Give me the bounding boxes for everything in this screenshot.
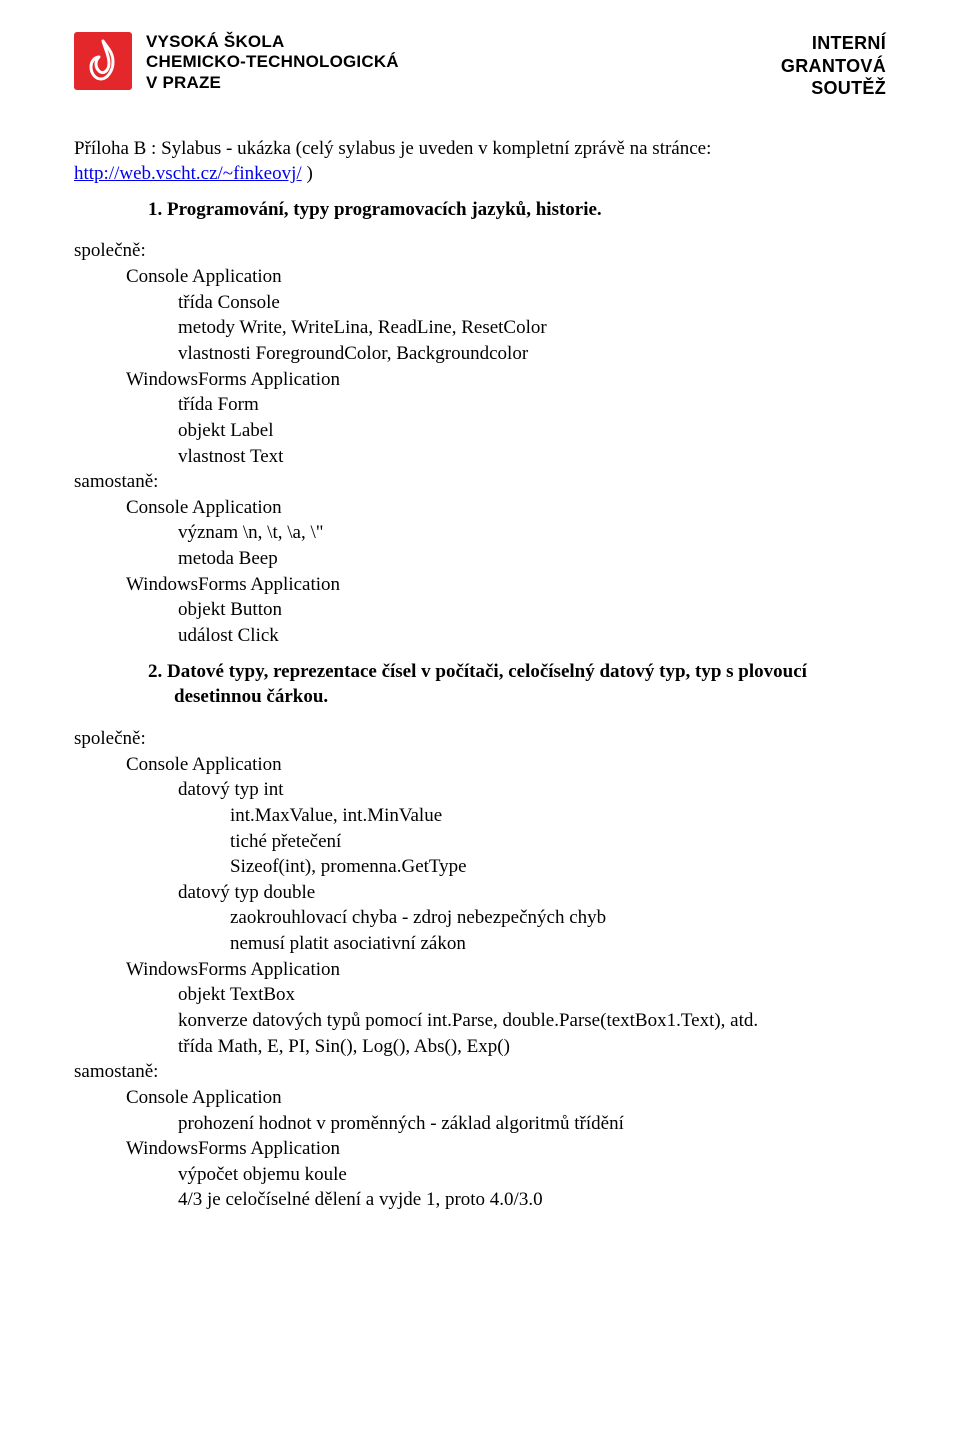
block-label: společně: <box>74 726 886 752</box>
syllabus-line: objekt Label <box>74 418 886 444</box>
syllabus-line: vlastnosti ForegroundColor, Backgroundco… <box>74 341 886 367</box>
syllabus-line: 4/3 je celočíselné dělení a vyjde 1, pro… <box>74 1187 886 1213</box>
header-right-title: INTERNÍ GRANTOVÁ SOUTĚŽ <box>781 32 886 100</box>
syllabus-line: datový typ double <box>74 880 886 906</box>
syllabus-line: vlastnost Text <box>74 444 886 470</box>
syllabus-line: prohození hodnot v proměnných - základ a… <box>74 1111 886 1137</box>
block-label: samostaně: <box>74 1059 886 1085</box>
syllabus-line: zaokrouhlovací chyba - zdroj nebezpečnýc… <box>74 905 886 931</box>
brand-block: VYSOKÁ ŠKOLA CHEMICKO-TECHNOLOGICKÁ V PR… <box>74 32 399 93</box>
syllabus-line: výpočet objemu koule <box>74 1162 886 1188</box>
syllabus-line: Sizeof(int), promenna.GetType <box>74 854 886 880</box>
syllabus-line: význam \n, \t, \a, \" <box>74 520 886 546</box>
intro-text-before: Příloha B : Sylabus - ukázka (celý sylab… <box>74 138 711 159</box>
syllabus-line: tiché přetečení <box>74 829 886 855</box>
syllabus-line: metoda Beep <box>74 546 886 572</box>
header-right-line: SOUTĚŽ <box>781 77 886 100</box>
brand-line: V PRAZE <box>146 73 399 93</box>
syllabus-line: WindowsForms Application <box>74 1136 886 1162</box>
intro-paragraph: Příloha B : Sylabus - ukázka (celý sylab… <box>74 136 886 187</box>
section-title: 1. Programování, typy programovacích jaz… <box>74 197 886 223</box>
block-label: společně: <box>74 238 886 264</box>
syllabus-line: WindowsForms Application <box>74 367 886 393</box>
syllabus-line: objekt Button <box>74 597 886 623</box>
vscht-logo-icon <box>74 32 132 90</box>
syllabus-line: Console Application <box>74 752 886 778</box>
intro-text-after: ) <box>302 163 313 184</box>
syllabus-line: událost Click <box>74 623 886 649</box>
page: VYSOKÁ ŠKOLA CHEMICKO-TECHNOLOGICKÁ V PR… <box>0 0 960 1443</box>
header-right-line: GRANTOVÁ <box>781 55 886 78</box>
brand-text: VYSOKÁ ŠKOLA CHEMICKO-TECHNOLOGICKÁ V PR… <box>146 32 399 93</box>
section-title: 2. Datové typy, reprezentace čísel v poč… <box>74 659 886 710</box>
header-right-line: INTERNÍ <box>781 32 886 55</box>
syllabus-link[interactable]: http://web.vscht.cz/~finkeovj/ <box>74 163 302 184</box>
syllabus-line: int.MaxValue, int.MinValue <box>74 803 886 829</box>
page-header: VYSOKÁ ŠKOLA CHEMICKO-TECHNOLOGICKÁ V PR… <box>74 32 886 100</box>
syllabus-line: třída Math, E, PI, Sin(), Log(), Abs(), … <box>74 1034 886 1060</box>
syllabus-line: konverze datových typů pomocí int.Parse,… <box>74 1008 886 1034</box>
syllabus-content: 1. Programování, typy programovacích jaz… <box>74 197 886 1213</box>
syllabus-line: nemusí platit asociativní zákon <box>74 931 886 957</box>
syllabus-line: Console Application <box>74 495 886 521</box>
syllabus-line: WindowsForms Application <box>74 957 886 983</box>
block-label: samostaně: <box>74 469 886 495</box>
syllabus-line: datový typ int <box>74 777 886 803</box>
syllabus-line: třída Console <box>74 290 886 316</box>
brand-line: VYSOKÁ ŠKOLA <box>146 32 399 52</box>
syllabus-line: Console Application <box>74 1085 886 1111</box>
syllabus-line: WindowsForms Application <box>74 572 886 598</box>
brand-line: CHEMICKO-TECHNOLOGICKÁ <box>146 52 399 72</box>
syllabus-line: metody Write, WriteLina, ReadLine, Reset… <box>74 315 886 341</box>
syllabus-line: třída Form <box>74 392 886 418</box>
syllabus-line: objekt TextBox <box>74 982 886 1008</box>
syllabus-line: Console Application <box>74 264 886 290</box>
